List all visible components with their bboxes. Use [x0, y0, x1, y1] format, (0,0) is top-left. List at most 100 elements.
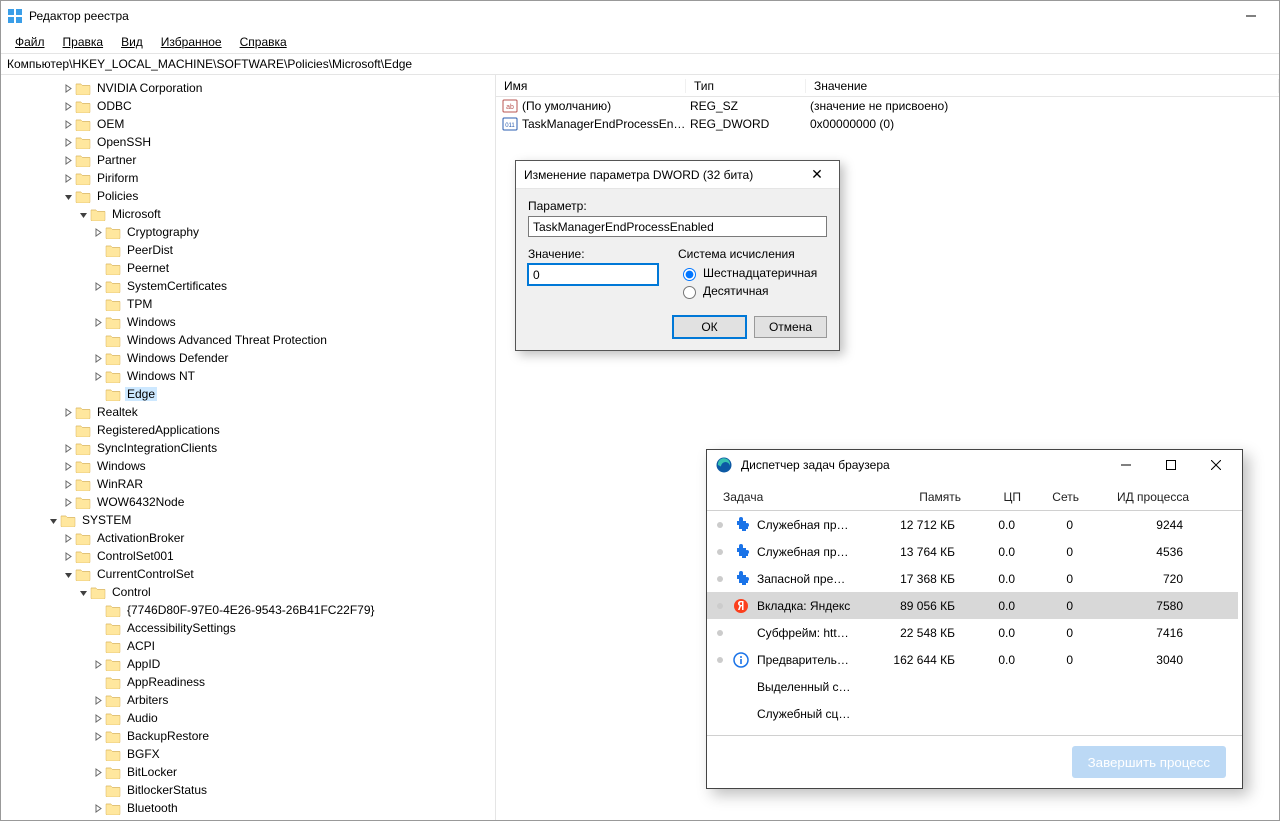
- minimize-button[interactable]: [1228, 1, 1273, 31]
- tree-item[interactable]: BackupRestore: [1, 727, 495, 745]
- btm-close-button[interactable]: [1193, 450, 1238, 480]
- chevron-right-icon[interactable]: [61, 84, 75, 93]
- col-data[interactable]: Значение: [806, 79, 1279, 93]
- task-row[interactable]: Предваритель…162 644 КБ0.003040: [707, 646, 1238, 673]
- chevron-down-icon[interactable]: [46, 516, 60, 525]
- chevron-right-icon[interactable]: [61, 444, 75, 453]
- tree-item[interactable]: Bluetooth: [1, 799, 495, 817]
- tree-item[interactable]: OEM: [1, 115, 495, 133]
- tree-item[interactable]: RegisteredApplications: [1, 421, 495, 439]
- chevron-right-icon[interactable]: [91, 804, 105, 813]
- tree-item[interactable]: BitlockerStatus: [1, 781, 495, 799]
- task-row[interactable]: Субфрейм: htt…22 548 КБ0.007416: [707, 619, 1238, 646]
- tree-item[interactable]: Policies: [1, 187, 495, 205]
- chevron-right-icon[interactable]: [61, 480, 75, 489]
- tree-item[interactable]: SystemCertificates: [1, 277, 495, 295]
- tree-item[interactable]: Windows Defender: [1, 349, 495, 367]
- radio-dec[interactable]: Десятичная: [678, 282, 827, 300]
- col-name[interactable]: Имя: [496, 79, 686, 93]
- tree-item[interactable]: {7746D80F-97E0-4E26-9543-26B41FC22F79}: [1, 601, 495, 619]
- chevron-right-icon[interactable]: [61, 102, 75, 111]
- tree-item[interactable]: TPM: [1, 295, 495, 313]
- btm-col-memory[interactable]: Память: [865, 490, 961, 504]
- chevron-right-icon[interactable]: [61, 408, 75, 417]
- menu-edit[interactable]: Правка: [55, 33, 112, 51]
- tree-item[interactable]: Windows NT: [1, 367, 495, 385]
- chevron-right-icon[interactable]: [61, 138, 75, 147]
- chevron-right-icon[interactable]: [91, 372, 105, 381]
- btm-col-net[interactable]: Сеть: [1021, 490, 1079, 504]
- task-row[interactable]: Запасной пре…17 368 КБ0.00720: [707, 565, 1238, 592]
- tree-item[interactable]: CurrentControlSet: [1, 565, 495, 583]
- chevron-right-icon[interactable]: [91, 354, 105, 363]
- chevron-right-icon[interactable]: [91, 282, 105, 291]
- chevron-right-icon[interactable]: [91, 714, 105, 723]
- tree-item[interactable]: AppID: [1, 655, 495, 673]
- btm-col-pid[interactable]: ИД процесса: [1079, 490, 1189, 504]
- menu-help[interactable]: Справка: [232, 33, 295, 51]
- tree-item[interactable]: SYSTEM: [1, 511, 495, 529]
- value-input[interactable]: [528, 264, 658, 285]
- btm-titlebar[interactable]: Диспетчер задач браузера: [707, 450, 1242, 480]
- tree-item[interactable]: Windows Advanced Threat Protection: [1, 331, 495, 349]
- btm-col-task[interactable]: Задача: [723, 490, 865, 504]
- tree-item[interactable]: NVIDIA Corporation: [1, 79, 495, 97]
- task-row[interactable]: Выделенный с…: [707, 673, 1238, 700]
- menu-favorites[interactable]: Избранное: [153, 33, 230, 51]
- tree-item[interactable]: ActivationBroker: [1, 529, 495, 547]
- tree-item[interactable]: Audio: [1, 709, 495, 727]
- tree-item[interactable]: Windows: [1, 457, 495, 475]
- chevron-right-icon[interactable]: [61, 462, 75, 471]
- chevron-right-icon[interactable]: [91, 318, 105, 327]
- param-input[interactable]: [528, 216, 827, 237]
- chevron-right-icon[interactable]: [61, 552, 75, 561]
- tree-item[interactable]: Control: [1, 583, 495, 601]
- ok-button[interactable]: ОК: [673, 316, 746, 338]
- chevron-right-icon[interactable]: [91, 768, 105, 777]
- chevron-down-icon[interactable]: [76, 210, 90, 219]
- tree-item[interactable]: Cryptography: [1, 223, 495, 241]
- chevron-right-icon[interactable]: [91, 696, 105, 705]
- tree-item[interactable]: Peernet: [1, 259, 495, 277]
- tree-item[interactable]: BitLocker: [1, 763, 495, 781]
- cancel-button[interactable]: Отмена: [754, 316, 827, 338]
- task-row[interactable]: Служебный сц…: [707, 700, 1238, 727]
- tree-item[interactable]: BGFX: [1, 745, 495, 763]
- menu-view[interactable]: Вид: [113, 33, 151, 51]
- btm-col-cpu[interactable]: ЦП: [961, 490, 1021, 504]
- menu-file[interactable]: Файл: [7, 33, 53, 51]
- task-row[interactable]: Вкладка: Яндекс89 056 КБ0.007580: [707, 592, 1238, 619]
- btm-rows[interactable]: Служебная пр…12 712 КБ0.009244Служебная …: [707, 511, 1242, 735]
- task-row[interactable]: Служебная пр…12 712 КБ0.009244: [707, 511, 1238, 538]
- btm-maximize-button[interactable]: [1148, 450, 1193, 480]
- tree-item[interactable]: ControlSet001: [1, 547, 495, 565]
- tree-item[interactable]: Realtek: [1, 403, 495, 421]
- close-icon[interactable]: ✕: [803, 161, 831, 189]
- col-type[interactable]: Тип: [686, 79, 806, 93]
- path-bar[interactable]: Компьютер\HKEY_LOCAL_MACHINE\SOFTWARE\Po…: [1, 53, 1279, 75]
- tree-item[interactable]: SyncIntegrationClients: [1, 439, 495, 457]
- tree-item[interactable]: Piriform: [1, 169, 495, 187]
- tree-item[interactable]: Partner: [1, 151, 495, 169]
- chevron-right-icon[interactable]: [91, 228, 105, 237]
- tree-item[interactable]: AccessibilitySettings: [1, 619, 495, 637]
- regedit-titlebar[interactable]: Редактор реестра: [1, 1, 1279, 31]
- chevron-right-icon[interactable]: [61, 534, 75, 543]
- tree-item[interactable]: Windows: [1, 313, 495, 331]
- chevron-right-icon[interactable]: [61, 498, 75, 507]
- tree-item[interactable]: AppReadiness: [1, 673, 495, 691]
- chevron-right-icon[interactable]: [91, 660, 105, 669]
- task-row[interactable]: Служебная пр…13 764 КБ0.004536: [707, 538, 1238, 565]
- value-row[interactable]: 011TaskManagerEndProcessEnabledREG_DWORD…: [496, 115, 1279, 133]
- btm-minimize-button[interactable]: [1103, 450, 1148, 480]
- tree-item[interactable]: WinRAR: [1, 475, 495, 493]
- value-row[interactable]: ab(По умолчанию)REG_SZ(значение не присв…: [496, 97, 1279, 115]
- tree-item[interactable]: WOW6432Node: [1, 493, 495, 511]
- tree-item[interactable]: ODBC: [1, 97, 495, 115]
- chevron-right-icon[interactable]: [61, 120, 75, 129]
- end-process-button[interactable]: Завершить процесс: [1072, 746, 1226, 778]
- radio-hex[interactable]: Шестнадцатеричная: [678, 264, 827, 282]
- chevron-right-icon[interactable]: [91, 732, 105, 741]
- chevron-down-icon[interactable]: [76, 588, 90, 597]
- tree-item[interactable]: Edge: [1, 385, 495, 403]
